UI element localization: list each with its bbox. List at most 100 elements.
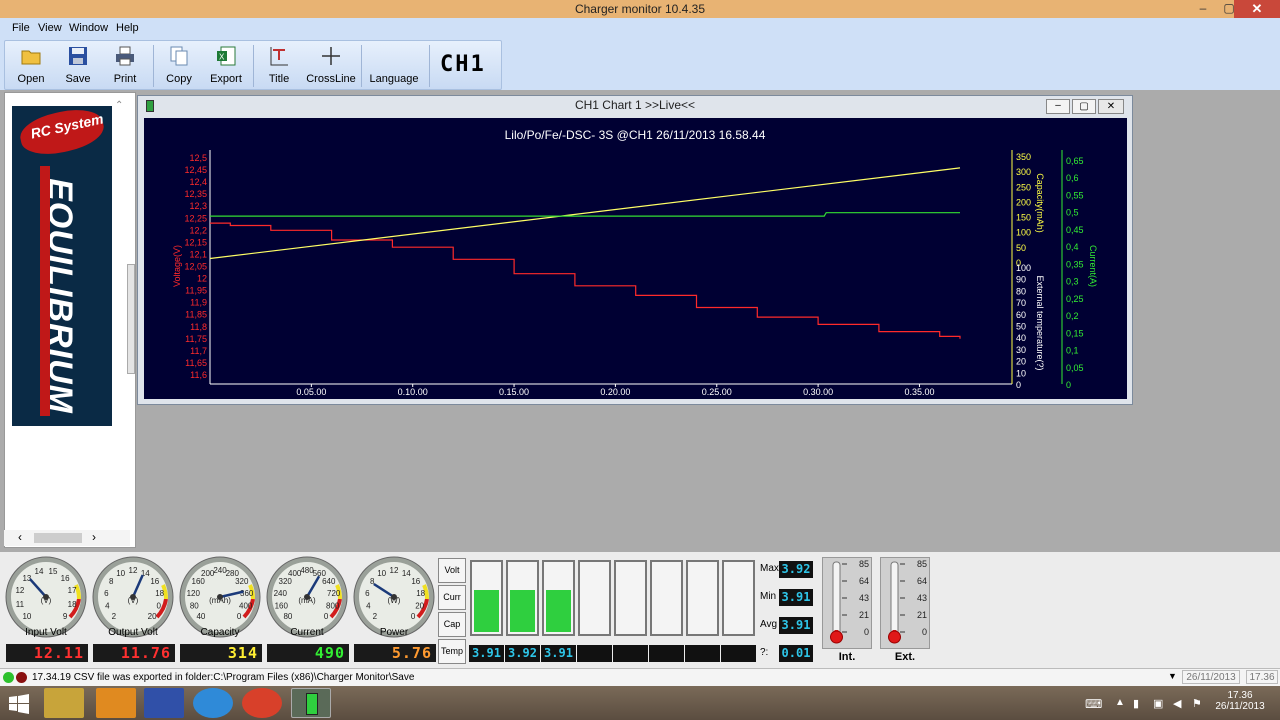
- x-tick-label: 0.05.00: [296, 387, 326, 397]
- chrome-taskbar-icon[interactable]: [242, 688, 282, 718]
- save-taskbar-icon[interactable]: [144, 688, 184, 718]
- chart-restore-button[interactable]: ▢: [1072, 99, 1096, 114]
- gauge-tick-label: 14: [402, 569, 411, 578]
- ie-taskbar-icon[interactable]: [193, 688, 233, 718]
- vertical-scrollbar[interactable]: ⌃ ⌄: [113, 100, 125, 540]
- gauge-tick-label: 16: [150, 577, 159, 586]
- logo-bar: [40, 166, 50, 416]
- gauge-tick-label: 640: [322, 577, 336, 586]
- status-dropdown-icon[interactable]: ▼: [1168, 671, 1177, 681]
- panel-splitter[interactable]: [127, 264, 135, 374]
- menu-help[interactable]: Help: [116, 22, 139, 34]
- thermometer-tick-label: 43: [859, 593, 869, 603]
- action-center-icon[interactable]: ⚑: [1192, 697, 1202, 710]
- network-icon[interactable]: ▣: [1153, 697, 1163, 710]
- thermometer-internal: 85 64 43 21 0: [822, 557, 872, 649]
- scroll-right-icon[interactable]: ›: [92, 530, 96, 544]
- delta-value: 0.01: [779, 645, 813, 662]
- print-button[interactable]: Print: [101, 43, 149, 89]
- channel-label[interactable]: CH1: [440, 52, 486, 77]
- voltage-tick-label: 12,5: [189, 153, 207, 163]
- volume-icon[interactable]: ◀: [1173, 697, 1181, 710]
- scroll-thumb[interactable]: [34, 533, 82, 543]
- crossline-button[interactable]: CrossLine: [305, 43, 357, 89]
- gauge-tick-label: 0: [237, 612, 242, 621]
- copy-label: Copy: [166, 73, 192, 85]
- folder-icon: [21, 50, 41, 65]
- gauge-tick-label: 10: [22, 612, 31, 621]
- menu-bar: File View Window Help: [0, 18, 1280, 40]
- toolbar-separator: [361, 45, 362, 87]
- avg-label: Avg: [760, 619, 778, 630]
- cell-7: [686, 560, 719, 636]
- windows-start-icon[interactable]: [8, 694, 30, 714]
- toolbar: Open Save Print Copy X Export Title Cros…: [4, 40, 502, 90]
- outlook-taskbar-icon[interactable]: [96, 688, 136, 718]
- menu-window[interactable]: Window: [69, 22, 108, 34]
- gauge-tick-label: 160: [192, 577, 206, 586]
- status-message: 17.34.19 CSV file was exported in folder…: [32, 672, 415, 683]
- menu-file[interactable]: File: [12, 22, 30, 34]
- temp-toggle-button[interactable]: Temp: [438, 639, 466, 664]
- menu-view[interactable]: View: [38, 22, 62, 34]
- gauge-label: Current: [290, 627, 324, 638]
- chart-plot[interactable]: Lilo/Po/Fe/-DSC- 3S @CH1 26/11/2013 16.5…: [144, 118, 1127, 399]
- tray-device-icon[interactable]: ▮: [1133, 697, 1139, 710]
- minimize-button[interactable]: –: [1190, 0, 1216, 18]
- thermometer-tick-label: 64: [917, 576, 927, 586]
- thermometer-tube: [890, 561, 899, 635]
- close-button[interactable]: ✕: [1234, 0, 1280, 18]
- voltage-tick-label: 11,8: [190, 322, 207, 332]
- cell-1: [470, 560, 503, 636]
- horizontal-scrollbar[interactable]: ‹ ›: [4, 530, 130, 546]
- readout-input-volt: 12.11: [6, 644, 88, 662]
- tray-expand-icon[interactable]: ▲: [1115, 697, 1125, 708]
- open-button[interactable]: Open: [7, 43, 55, 89]
- scroll-up-icon[interactable]: ⌃: [115, 100, 123, 111]
- chart-title-icon: [270, 47, 288, 66]
- capacity-tick-label: 350: [1016, 152, 1031, 162]
- battery-icon: [146, 100, 154, 112]
- copy-icon: [170, 46, 188, 66]
- explorer-taskbar-icon[interactable]: [44, 688, 84, 718]
- volt-toggle-button[interactable]: Volt: [438, 558, 466, 583]
- taskbar-clock[interactable]: 17.36 26/11/2013: [1210, 690, 1270, 712]
- save-button[interactable]: Save: [54, 43, 102, 89]
- temperature-tick-label: 20: [1016, 357, 1026, 367]
- current-tick-label: 0,35: [1066, 259, 1084, 269]
- keyboard-icon[interactable]: ⌨: [1085, 697, 1102, 711]
- gauge-hub: [130, 594, 136, 600]
- curr-toggle-button[interactable]: Curr: [438, 585, 466, 610]
- temperature-tick-label: 50: [1016, 322, 1026, 332]
- gauge-tick-label: 20: [148, 612, 157, 621]
- current-tick-label: 0: [1066, 380, 1071, 390]
- window-titlebar: Charger monitor 10.4.35: [0, 0, 1280, 18]
- language-button[interactable]: Language: [367, 43, 421, 89]
- capacity-tick-label: 50: [1016, 243, 1026, 253]
- status-green-light: [3, 672, 14, 683]
- logo-brand-large: EQUILIBRIUM: [41, 178, 79, 414]
- scroll-left-icon[interactable]: ‹: [18, 530, 22, 544]
- voltage-tick-label: 11,95: [185, 286, 207, 296]
- current-tick-label: 0,25: [1066, 294, 1084, 304]
- cap-toggle-button[interactable]: Cap: [438, 612, 466, 637]
- temperature-tick-label: 70: [1016, 298, 1026, 308]
- taskbar-date: 26/11/2013: [1215, 701, 1265, 712]
- gauge-label: Power: [379, 627, 409, 638]
- gauge-tick-label: 12: [390, 566, 399, 575]
- chart-minimize-button[interactable]: –: [1046, 99, 1070, 114]
- gauge-tick-label: 16: [411, 577, 420, 586]
- current-tick-label: 0,6: [1066, 173, 1079, 183]
- title-button[interactable]: Title: [255, 43, 303, 89]
- copy-button[interactable]: Copy: [155, 43, 203, 89]
- voltage-tick-label: 12: [197, 274, 207, 284]
- chart-close-button[interactable]: ✕: [1098, 99, 1124, 114]
- gauge-tick-label: 40: [196, 612, 205, 621]
- crossline-label: CrossLine: [306, 73, 356, 85]
- charger-monitor-taskbar-icon[interactable]: [291, 688, 331, 718]
- export-button[interactable]: X Export: [202, 43, 250, 89]
- gauge-label: Capacity: [200, 627, 240, 638]
- gauge-tick-label: 6: [365, 589, 370, 598]
- gauge-tick-label: 4: [366, 601, 371, 610]
- gauge-tick-label: 0: [324, 612, 329, 621]
